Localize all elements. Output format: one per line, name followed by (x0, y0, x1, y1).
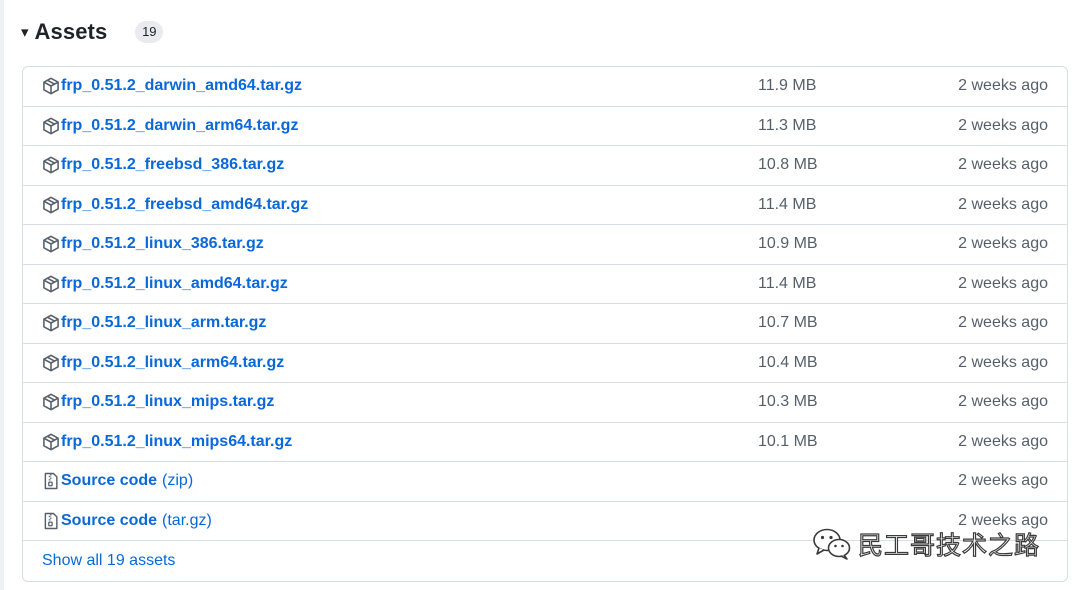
asset-timestamp: 2 weeks ago (958, 195, 1048, 213)
asset-name-cell: frp_0.51.2_freebsd_amd64.tar.gz (42, 186, 308, 225)
asset-row: frp_0.51.2_linux_amd64.tar.gz 11.4 MB 2 we… (23, 265, 1067, 304)
asset-size: 10.8 MB (758, 156, 818, 174)
package-icon (42, 117, 60, 135)
asset-name-cell: frp_0.51.2_linux_arm.tar.gz (42, 304, 266, 343)
asset-download-link[interactable]: frp_0.51.2_linux_amd64.tar.gz (61, 275, 288, 293)
file-zip-icon (42, 472, 60, 490)
asset-name-cell: frp_0.51.2_linux_mips64.tar.gz (42, 423, 292, 462)
asset-row: frp_0.51.2_freebsd_amd64.tar.gz 11.4 MB 2 … (23, 186, 1067, 225)
asset-size: 10.9 MB (758, 235, 818, 253)
asset-timestamp: 2 weeks ago (958, 116, 1048, 134)
asset-row: frp_0.51.2_linux_mips.tar.gz 10.3 MB 2 wee… (23, 383, 1067, 423)
source-code-format[interactable]: (tar.gz) (162, 512, 212, 530)
show-all-row: Show all 19 assets (23, 541, 1067, 581)
assets-count-badge: 19 (135, 21, 164, 43)
asset-timestamp: 2 weeks ago (958, 432, 1048, 450)
asset-size: 11.4 MB (758, 195, 817, 213)
collapse-caret-icon[interactable]: ▾ (21, 25, 29, 40)
asset-row: Source code (zip) 2 weeks ago (23, 462, 1067, 502)
asset-size: 11.4 MB (758, 274, 817, 292)
asset-download-link[interactable]: frp_0.51.2_linux_arm.tar.gz (61, 314, 266, 332)
asset-name-cell: frp_0.51.2_darwin_amd64.tar.gz (42, 67, 302, 106)
asset-row: frp_0.51.2_darwin_amd64.tar.gz 11.9 MB 2 w… (23, 67, 1067, 107)
asset-timestamp: 2 weeks ago (958, 77, 1048, 95)
asset-download-link[interactable]: frp_0.51.2_linux_mips.tar.gz (61, 393, 274, 411)
asset-name-cell: frp_0.51.2_linux_mips.tar.gz (42, 383, 274, 422)
asset-size: 10.4 MB (758, 353, 818, 371)
asset-size: 11.3 MB (758, 116, 817, 134)
source-code-format[interactable]: (zip) (162, 472, 193, 490)
package-icon (42, 393, 60, 411)
package-icon (42, 196, 60, 214)
asset-timestamp: 2 weeks ago (958, 393, 1048, 411)
assets-header[interactable]: ▾ Assets 19 (21, 16, 164, 48)
assets-list: frp_0.51.2_darwin_amd64.tar.gz 11.9 MB 2 w… (22, 66, 1068, 582)
asset-name-cell: Source code (zip) (42, 462, 193, 501)
package-icon (42, 235, 60, 253)
asset-download-link[interactable]: frp_0.51.2_linux_mips64.tar.gz (61, 433, 292, 451)
package-icon (42, 433, 60, 451)
asset-timestamp: 2 weeks ago (958, 472, 1048, 490)
asset-row: frp_0.51.2_linux_386.tar.gz 10.9 MB 2 week… (23, 225, 1067, 265)
asset-timestamp: 2 weeks ago (958, 353, 1048, 371)
asset-download-link[interactable]: frp_0.51.2_freebsd_386.tar.gz (61, 156, 284, 174)
asset-name-cell: frp_0.51.2_linux_arm64.tar.gz (42, 344, 284, 383)
asset-row: Source code (tar.gz) 2 weeks ago (23, 502, 1067, 541)
asset-row: frp_0.51.2_linux_mips64.tar.gz 10.1 MB 2 w… (23, 423, 1067, 462)
asset-timestamp: 2 weeks ago (958, 156, 1048, 174)
package-icon (42, 354, 60, 372)
assets-title[interactable]: Assets (35, 19, 108, 45)
asset-name-cell: frp_0.51.2_linux_amd64.tar.gz (42, 265, 288, 304)
asset-download-link[interactable]: frp_0.51.2_linux_arm64.tar.gz (61, 354, 284, 372)
package-icon (42, 77, 60, 95)
asset-size: 10.3 MB (758, 393, 818, 411)
asset-row: frp_0.51.2_freebsd_386.tar.gz 10.8 MB 2 we… (23, 146, 1067, 186)
source-code-link[interactable]: Source code (61, 512, 157, 530)
asset-name-cell: Source code (tar.gz) (42, 502, 212, 541)
asset-timestamp: 2 weeks ago (958, 274, 1048, 292)
show-all-assets-link[interactable]: Show all 19 assets (42, 541, 175, 581)
page-left-border (0, 0, 4, 590)
asset-size: 11.9 MB (758, 77, 817, 95)
file-zip-icon (42, 512, 60, 530)
asset-name-cell: frp_0.51.2_darwin_arm64.tar.gz (42, 107, 298, 146)
package-icon (42, 314, 60, 332)
asset-download-link[interactable]: frp_0.51.2_linux_386.tar.gz (61, 235, 264, 253)
asset-download-link[interactable]: frp_0.51.2_darwin_arm64.tar.gz (61, 117, 298, 135)
asset-row: frp_0.51.2_darwin_arm64.tar.gz 11.3 MB 2 w… (23, 107, 1067, 146)
asset-timestamp: 2 weeks ago (958, 511, 1048, 529)
package-icon (42, 275, 60, 293)
asset-name-cell: frp_0.51.2_linux_386.tar.gz (42, 225, 264, 264)
asset-size: 10.7 MB (758, 314, 818, 332)
asset-size: 10.1 MB (758, 432, 818, 450)
asset-timestamp: 2 weeks ago (958, 235, 1048, 253)
asset-download-link[interactable]: frp_0.51.2_freebsd_amd64.tar.gz (61, 196, 308, 214)
source-code-link[interactable]: Source code (61, 472, 157, 490)
asset-timestamp: 2 weeks ago (958, 314, 1048, 332)
asset-download-link[interactable]: frp_0.51.2_darwin_amd64.tar.gz (61, 77, 302, 95)
asset-row: frp_0.51.2_linux_arm.tar.gz 10.7 MB 2 week… (23, 304, 1067, 344)
asset-name-cell: frp_0.51.2_freebsd_386.tar.gz (42, 146, 284, 185)
package-icon (42, 156, 60, 174)
asset-row: frp_0.51.2_linux_arm64.tar.gz 10.4 MB 2 we… (23, 344, 1067, 383)
